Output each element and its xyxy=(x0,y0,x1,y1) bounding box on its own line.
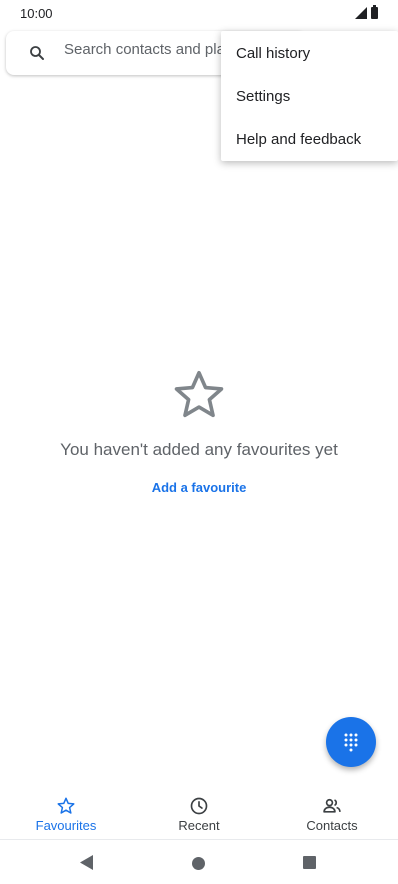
tab-recent-label: Recent xyxy=(178,818,220,833)
home-icon[interactable] xyxy=(192,857,205,870)
system-navigation-bar xyxy=(0,841,398,884)
clock-icon xyxy=(190,797,208,815)
empty-state-message: You haven't added any favourites yet xyxy=(60,440,338,459)
overflow-menu: Call history Settings Help and feedback xyxy=(221,31,398,161)
status-icons xyxy=(355,5,378,19)
star-icon xyxy=(57,797,75,814)
phone-screen: 10:00 Search contacts and places Call hi… xyxy=(0,0,398,884)
search-icon xyxy=(30,46,44,60)
tab-recent[interactable]: Recent xyxy=(144,790,254,840)
tab-contacts[interactable]: Contacts xyxy=(277,790,387,840)
battery-icon xyxy=(371,5,378,19)
add-favourite-link[interactable]: Add a favourite xyxy=(0,480,398,495)
bottom-navigation: Favourites Recent Contacts xyxy=(0,790,398,840)
menu-item-settings[interactable]: Settings xyxy=(221,75,398,118)
status-bar: 10:00 xyxy=(0,0,398,28)
dialpad-icon xyxy=(344,733,358,752)
back-icon[interactable] xyxy=(80,855,94,870)
tab-favourites[interactable]: Favourites xyxy=(11,790,121,840)
menu-item-help-and-feedback[interactable]: Help and feedback xyxy=(221,118,398,161)
tab-favourites-label: Favourites xyxy=(35,818,97,833)
menu-item-call-history[interactable]: Call history xyxy=(221,32,398,75)
status-time: 10:00 xyxy=(20,6,53,21)
signal-icon xyxy=(355,7,367,19)
recents-icon[interactable] xyxy=(303,856,316,869)
tab-contacts-label: Contacts xyxy=(306,818,358,833)
dialpad-button[interactable] xyxy=(326,717,376,767)
star-outline-icon xyxy=(174,370,224,418)
people-icon xyxy=(323,798,341,813)
